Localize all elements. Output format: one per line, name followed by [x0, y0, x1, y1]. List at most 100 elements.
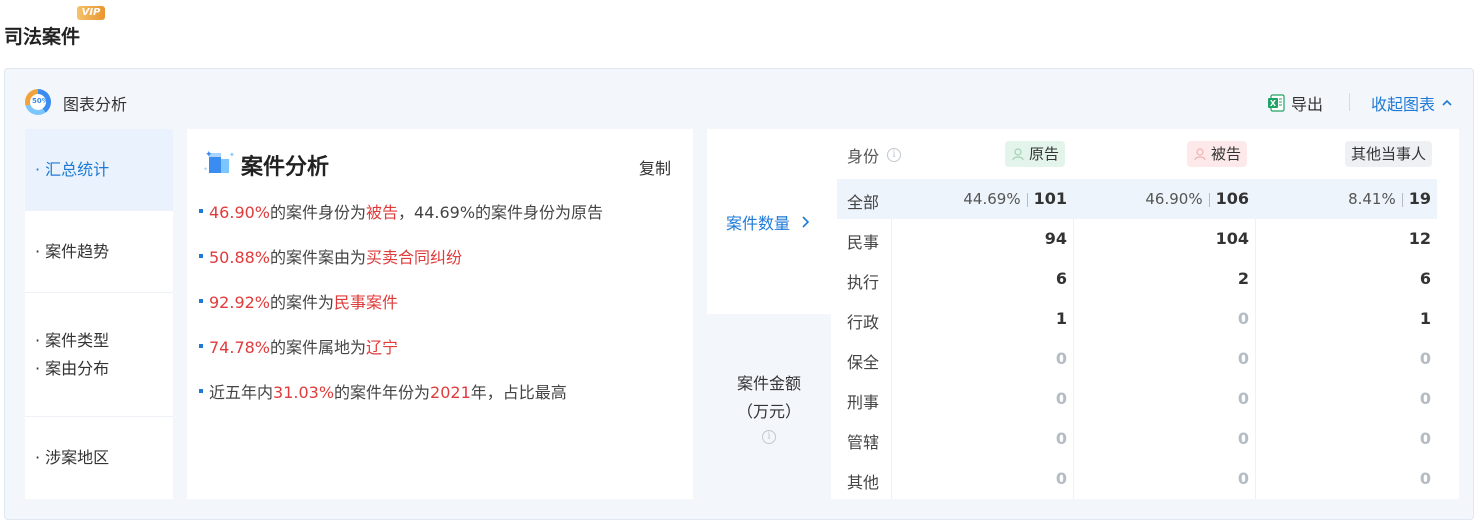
other-party-label: 其他当事人: [1351, 145, 1427, 163]
other-party-cell: 0: [1419, 469, 1431, 488]
bullet-dot: [199, 389, 203, 393]
case-amount-unit: （万元）: [736, 401, 801, 421]
svg-text:✦: ✦: [229, 151, 235, 159]
nav-item-label: · 涉案地区: [35, 448, 110, 467]
logo-text: 50%: [32, 97, 49, 105]
svg-text:X: X: [1270, 99, 1277, 108]
other-party-cell: 1: [1419, 309, 1431, 328]
bullet-text: 年，占比最高: [470, 383, 567, 402]
chevron-right-icon: [802, 215, 810, 228]
case-analysis-card: ✦ ✦ ✦ 案件分析 复制 46.90%的案件身份为被告，44.69%的案件身份…: [187, 129, 693, 499]
highlight-value: 2021: [430, 383, 471, 402]
plaintiff-cell: 1: [1055, 309, 1067, 328]
table-row: 行政 1 0 1: [837, 299, 1437, 339]
row-label: 刑事: [847, 393, 880, 412]
bullet-dot: [199, 254, 203, 258]
nav-item-region[interactable]: · 涉案地区: [25, 417, 173, 499]
bullet-text: 的案件属地为: [270, 338, 367, 357]
table-row: 其他 0 0 0: [837, 459, 1437, 499]
case-count-label: 案件数量: [725, 213, 790, 233]
nav-item-trend[interactable]: · 案件趋势: [25, 211, 173, 293]
header-divider: [1349, 93, 1350, 111]
analysis-bullet: 46.90%的案件身份为被告，44.69%的案件身份为原告: [199, 199, 679, 244]
table-row: 保全 0 0 0: [837, 339, 1437, 379]
copy-button[interactable]: 复制: [639, 155, 671, 179]
bullet-text: 的案件为: [270, 293, 335, 312]
plaintiff-cell: 0: [1055, 389, 1067, 408]
collapse-label: 收起图表: [1371, 95, 1436, 114]
collapse-chart-button[interactable]: 收起图表: [1371, 91, 1453, 115]
nav-item-label: · 案件类型: [35, 330, 110, 350]
nav-item-summary[interactable]: · 汇总统计: [25, 129, 173, 211]
bullet-dot: [199, 209, 203, 213]
export-button[interactable]: X 导出: [1267, 91, 1323, 115]
person-icon: [1194, 148, 1206, 161]
defendant-cell: 0: [1237, 349, 1249, 368]
case-amount-label: 案件金额: [736, 373, 801, 393]
row-label: 执行: [847, 273, 880, 292]
percent-value: 74.78%: [209, 338, 271, 357]
highlight-value: 民事案件: [334, 293, 399, 312]
statistics-grid: 身份 i 原告 被告 其他当事人 全部 44.69% 101 46.90% 10…: [837, 129, 1437, 499]
svg-text:✦: ✦: [203, 166, 208, 173]
plaintiff-cell: 0: [1055, 349, 1067, 368]
row-label: 全部: [847, 193, 880, 212]
bullet-text: 近五年内: [209, 383, 274, 402]
plaintiff-cell: 94: [1044, 229, 1067, 248]
plaintiff-label: 原告: [1029, 145, 1060, 163]
page-title: 司法案件: [4, 26, 81, 48]
highlight-value: 被告: [366, 203, 399, 222]
plaintiff-cell: 44.69% 101: [963, 189, 1067, 208]
other-party-cell: 12: [1408, 229, 1431, 248]
other-party-cell: 0: [1419, 389, 1431, 408]
defendant-label: 被告: [1211, 145, 1242, 163]
defendant-cell: 46.90% 106: [1145, 189, 1249, 208]
defendant-column-header: 被告: [1187, 141, 1248, 167]
other-party-cell: 6: [1419, 269, 1431, 288]
identity-header: 身份 i: [847, 143, 902, 167]
defendant-cell: 0: [1237, 469, 1249, 488]
panel-header: 50% 图表分析 X 导出 收起图表: [5, 69, 1473, 129]
defendant-cell: 0: [1237, 389, 1249, 408]
nav-item-label: · 案件趋势: [35, 241, 110, 261]
other-party-count: 19: [1408, 189, 1431, 208]
other-party-percent: 8.41%: [1348, 190, 1396, 208]
row-label: 民事: [847, 233, 880, 252]
plaintiff-percent: 44.69%: [963, 190, 1021, 208]
defendant-percent: 46.90%: [1145, 190, 1203, 208]
highlight-value: 辽宁: [366, 338, 399, 357]
row-label: 保全: [847, 353, 880, 372]
nav-item-label: · 汇总统计: [35, 159, 110, 179]
defendant-cell: 0: [1237, 309, 1249, 328]
row-label: 管辖: [847, 433, 880, 452]
plaintiff-cell: 6: [1055, 269, 1067, 288]
percent-value: 92.92%: [209, 293, 271, 312]
defendant-cell: 104: [1215, 229, 1249, 248]
case-amount-tab[interactable]: 案件金额 （万元） i: [707, 314, 831, 499]
info-icon[interactable]: i: [762, 429, 776, 444]
analysis-bullet: 92.92%的案件为民事案件: [199, 289, 679, 334]
plaintiff-count: 101: [1033, 189, 1067, 208]
side-nav: · 汇总统计 · 案件趋势 · 案件类型 · 案由分布 · 涉案地区: [25, 129, 173, 499]
metric-selector: 案件数量 案件金额 （万元） i: [707, 129, 831, 499]
plaintiff-cell: 0: [1055, 469, 1067, 488]
bullet-text: 的案件身份为: [270, 203, 367, 222]
vip-badge: VIP: [77, 6, 105, 20]
highlight-value: 买卖合同纠纷: [366, 248, 463, 267]
bullet-dot: [199, 299, 203, 303]
chart-analysis-logo-icon: 50%: [25, 89, 51, 115]
other-party-cell: 0: [1419, 429, 1431, 448]
case-statistics-table: 案件数量 案件金额 （万元） i 身份 i 原告 被告 其他当事人 全部 44.…: [707, 129, 1459, 499]
bullet-dot: [199, 344, 203, 348]
case-count-tab[interactable]: 案件数量: [707, 129, 831, 314]
nav-item-type-cause[interactable]: · 案件类型 · 案由分布: [25, 293, 173, 417]
nav-item-label: · 案由分布: [35, 358, 110, 378]
chart-analysis-panel: 50% 图表分析 X 导出 收起图表 · 汇总统计 · 案件趋势 · 案件类型 …: [4, 68, 1474, 520]
export-label: 导出: [1291, 95, 1324, 114]
person-icon: [1012, 148, 1024, 161]
excel-icon: X: [1268, 94, 1285, 112]
panel-title: 图表分析: [63, 95, 128, 114]
table-row: 刑事 0 0 0: [837, 379, 1437, 419]
defendant-cell: 0: [1237, 429, 1249, 448]
info-icon[interactable]: i: [887, 148, 902, 162]
